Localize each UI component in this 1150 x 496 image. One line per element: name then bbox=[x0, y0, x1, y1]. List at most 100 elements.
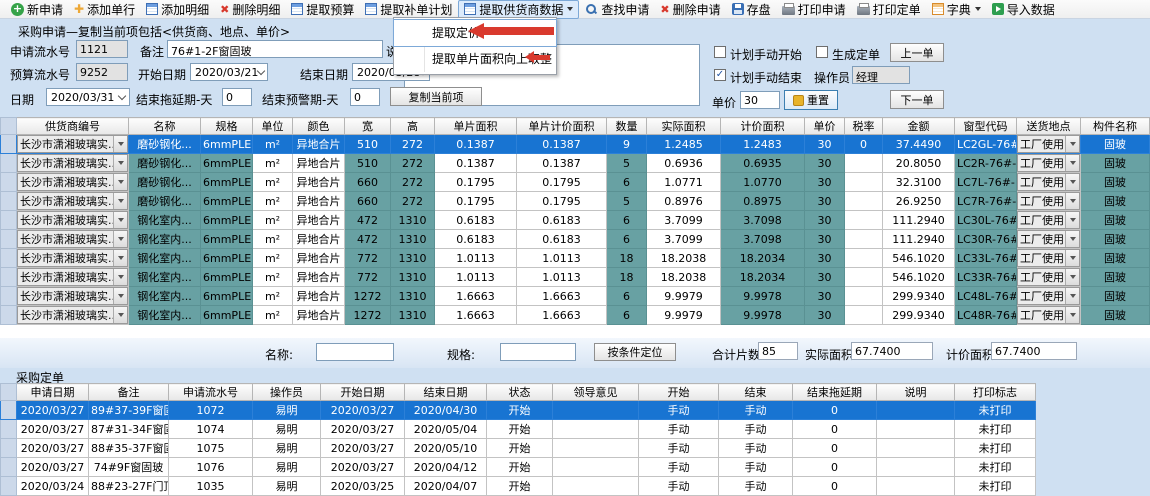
column-header[interactable]: 构件名称 bbox=[1081, 118, 1150, 135]
table-row[interactable]: 2020/03/2789#37-39F窗固玻1072易明2020/03/2720… bbox=[1, 401, 1036, 420]
combo-cell[interactable]: 工厂使用 bbox=[1017, 192, 1081, 211]
delay-field[interactable]: 0 bbox=[222, 88, 252, 106]
column-header[interactable]: 金额 bbox=[883, 118, 955, 135]
column-header[interactable]: 计价面积 bbox=[721, 118, 805, 135]
chevron-down-icon[interactable] bbox=[113, 174, 127, 190]
row-header[interactable] bbox=[1, 439, 17, 458]
table-row[interactable]: 长沙市潇湘玻璃实...钢化室内...6mmPLE...m²异地合片7721310… bbox=[1, 249, 1150, 268]
row-header[interactable] bbox=[1, 306, 17, 325]
combo-cell[interactable]: 长沙市潇湘玻璃实... bbox=[17, 268, 129, 287]
column-header[interactable]: 结束拖延期 bbox=[793, 384, 877, 401]
table-row[interactable]: 2020/03/2774#9F窗固玻1076易明2020/03/272020/0… bbox=[1, 458, 1036, 477]
table-row[interactable]: 长沙市潇湘玻璃实...磨砂钢化...6mmPLE...m²异地合片6602720… bbox=[1, 192, 1150, 211]
row-header[interactable] bbox=[1, 173, 17, 192]
column-header[interactable]: 规格 bbox=[201, 118, 253, 135]
combo-cell[interactable]: 工厂使用 bbox=[1017, 306, 1081, 325]
chevron-down-icon[interactable] bbox=[113, 288, 127, 304]
column-header[interactable]: 开始日期 bbox=[321, 384, 405, 401]
combo-cell[interactable]: 工厂使用 bbox=[1017, 287, 1081, 306]
combo-cell[interactable]: 长沙市潇湘玻璃实... bbox=[17, 230, 129, 249]
combo-cell[interactable]: 长沙市潇湘玻璃实... bbox=[17, 306, 129, 325]
column-header[interactable]: 单片面积 bbox=[435, 118, 517, 135]
column-header[interactable]: 数量 bbox=[607, 118, 647, 135]
combo-cell[interactable]: 长沙市潇湘玻璃实... bbox=[17, 192, 129, 211]
row-header[interactable] bbox=[1, 420, 17, 439]
column-header[interactable]: 结束日期 bbox=[405, 384, 487, 401]
column-header[interactable]: 说明 bbox=[877, 384, 955, 401]
remark-field[interactable]: 76#1-2F窗固玻 bbox=[167, 40, 383, 58]
table-row[interactable]: 长沙市潇湘玻璃实...磨砂钢化...6mmPLE...m²异地合片5102720… bbox=[1, 154, 1150, 173]
toolbar-button-1[interactable]: 新申请 bbox=[6, 1, 68, 18]
chevron-down-icon[interactable] bbox=[1065, 212, 1079, 228]
toolbar-button-11[interactable]: 打印申请 bbox=[777, 1, 851, 18]
column-header[interactable]: 名称 bbox=[129, 118, 201, 135]
column-header[interactable]: 送货地点 bbox=[1017, 118, 1081, 135]
operator-field[interactable]: 经理 bbox=[852, 66, 910, 84]
row-header[interactable] bbox=[1, 287, 17, 306]
chevron-down-icon[interactable] bbox=[113, 269, 127, 285]
chevron-down-icon[interactable] bbox=[1065, 269, 1079, 285]
combo-cell[interactable]: 工厂使用 bbox=[1017, 211, 1081, 230]
table-row[interactable]: 长沙市潇湘玻璃实...钢化室内...6mmPLE...m²异地合片4721310… bbox=[1, 211, 1150, 230]
column-header[interactable]: 单位 bbox=[253, 118, 293, 135]
combo-cell[interactable]: 长沙市潇湘玻璃实... bbox=[17, 287, 129, 306]
table-row[interactable]: 长沙市潇湘玻璃实...磨砂钢化...6mmPLE...m²异地合片6602720… bbox=[1, 173, 1150, 192]
toolbar-button-13[interactable]: 字典 bbox=[927, 1, 986, 18]
table-row[interactable]: 长沙市潇湘玻璃实...钢化室内...6mmPLE...m²异地合片1272131… bbox=[1, 306, 1150, 325]
chevron-down-icon[interactable] bbox=[257, 66, 265, 74]
next-order-button[interactable]: 下一单 bbox=[890, 90, 944, 109]
toolbar-button-10[interactable]: 存盘 bbox=[727, 1, 776, 18]
row-header[interactable] bbox=[1, 458, 17, 477]
chevron-down-icon[interactable] bbox=[118, 91, 126, 99]
row-header[interactable] bbox=[1, 230, 17, 249]
chevron-down-icon[interactable] bbox=[1065, 288, 1079, 304]
row-header[interactable] bbox=[1, 192, 17, 211]
toolbar-button-9[interactable]: 删除申请 bbox=[655, 1, 725, 18]
chevron-down-icon[interactable] bbox=[1065, 193, 1079, 209]
combo-cell[interactable]: 长沙市潇湘玻璃实... bbox=[17, 211, 129, 230]
toolbar-button-7[interactable]: 提取供货商数据 bbox=[458, 0, 579, 19]
column-header[interactable]: 供货商编号 bbox=[17, 118, 129, 135]
column-header[interactable]: 开始 bbox=[639, 384, 719, 401]
table-row[interactable]: 长沙市潇湘玻璃实...磨砂钢化...6mmPLE...m²异地合片5102720… bbox=[1, 135, 1150, 154]
combo-cell[interactable]: 工厂使用 bbox=[1017, 268, 1081, 287]
row-header[interactable] bbox=[1, 211, 17, 230]
filter-spec-input[interactable] bbox=[500, 343, 576, 361]
filter-name-input[interactable] bbox=[316, 343, 394, 361]
locate-button[interactable]: 按条件定位 bbox=[594, 343, 676, 361]
column-header[interactable]: 税率 bbox=[845, 118, 883, 135]
chevron-down-icon[interactable] bbox=[1065, 250, 1079, 266]
row-header[interactable] bbox=[1, 154, 17, 173]
toolbar-button-8[interactable]: 查找申请 bbox=[580, 1, 654, 18]
prev-order-button[interactable]: 上一单 bbox=[890, 43, 944, 62]
column-header[interactable]: 宽 bbox=[345, 118, 391, 135]
combo-cell[interactable]: 长沙市潇湘玻璃实... bbox=[17, 135, 129, 154]
row-header[interactable] bbox=[1, 249, 17, 268]
chevron-down-icon[interactable] bbox=[113, 155, 127, 171]
column-header[interactable]: 备注 bbox=[89, 384, 169, 401]
column-header[interactable]: 单片计价面积 bbox=[517, 118, 607, 135]
toolbar-button-4[interactable]: 删除明细 bbox=[215, 1, 285, 18]
column-header[interactable]: 单价 bbox=[805, 118, 845, 135]
column-header[interactable]: 结束 bbox=[719, 384, 793, 401]
gen-order-checkbox[interactable] bbox=[816, 46, 828, 58]
column-header[interactable]: 窗型代码 bbox=[955, 118, 1017, 135]
toolbar-button-5[interactable]: 提取预算 bbox=[286, 1, 359, 18]
combo-cell[interactable]: 工厂使用 bbox=[1017, 135, 1081, 154]
combo-cell[interactable]: 长沙市潇湘玻璃实... bbox=[17, 154, 129, 173]
combo-cell[interactable]: 长沙市潇湘玻璃实... bbox=[17, 173, 129, 192]
table-row[interactable]: 长沙市潇湘玻璃实...钢化室内...6mmPLE...m²异地合片4721310… bbox=[1, 230, 1150, 249]
column-header[interactable]: 领导意见 bbox=[553, 384, 639, 401]
column-header[interactable]: 实际面积 bbox=[647, 118, 721, 135]
column-header[interactable]: 申请日期 bbox=[17, 384, 89, 401]
apply-no-field[interactable]: 1121 bbox=[76, 40, 128, 58]
table-row[interactable]: 2020/03/2488#23-27F门顶玻1035易明2020/03/2520… bbox=[1, 477, 1036, 496]
chevron-down-icon[interactable] bbox=[1065, 136, 1079, 152]
row-header[interactable] bbox=[1, 401, 17, 420]
chevron-down-icon[interactable] bbox=[1065, 155, 1079, 171]
row-header[interactable] bbox=[1, 135, 17, 154]
combo-cell[interactable]: 工厂使用 bbox=[1017, 249, 1081, 268]
combo-cell[interactable]: 工厂使用 bbox=[1017, 173, 1081, 192]
column-header[interactable]: 高 bbox=[391, 118, 435, 135]
chevron-down-icon[interactable] bbox=[1065, 231, 1079, 247]
